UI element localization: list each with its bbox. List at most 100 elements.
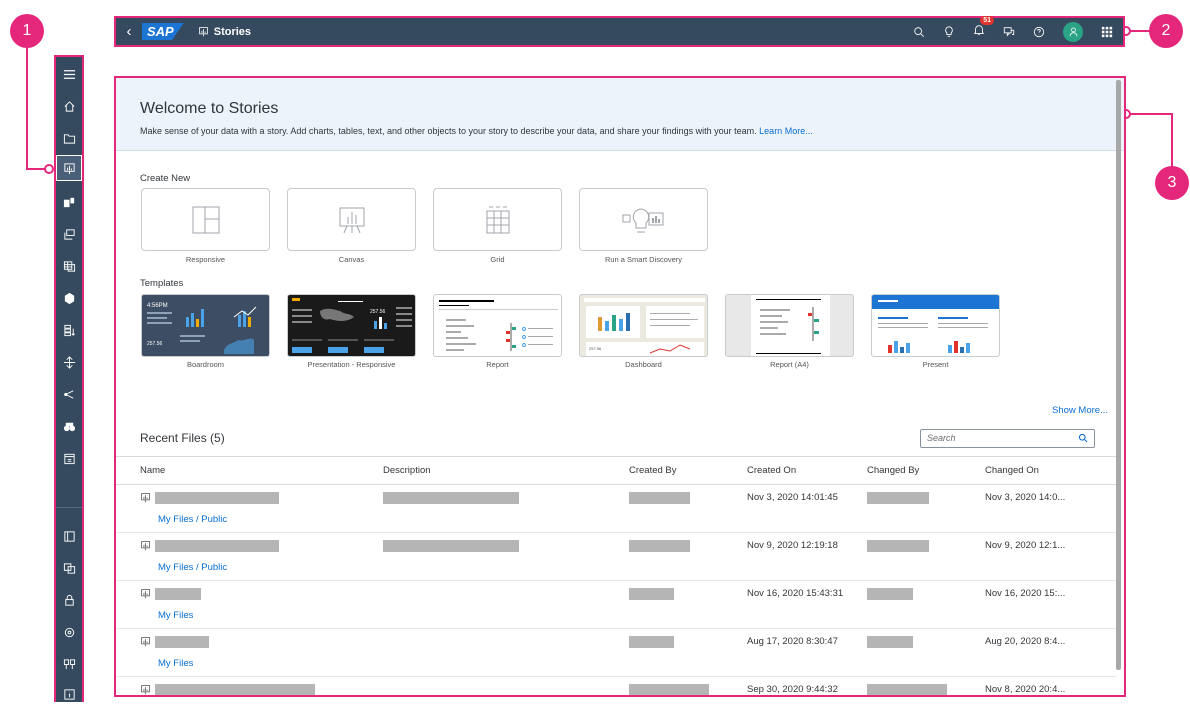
digital-boardroom-icon[interactable] (56, 221, 82, 247)
shell-actions: 51 (913, 15, 1123, 42)
welcome-title: Welcome to Stories (140, 100, 279, 117)
menu-icon[interactable] (56, 61, 82, 87)
template-dashboard[interactable]: 257.56 (579, 294, 708, 357)
report-thumbnail (439, 300, 558, 351)
template-report[interactable] (433, 294, 562, 357)
recent-files-title: Recent Files (5) (140, 431, 225, 445)
grid-label: Grid (490, 255, 505, 264)
stories-main-panel: Welcome to Stories Make sense of your da… (114, 76, 1126, 697)
translation-icon[interactable] (56, 555, 82, 581)
table-row[interactable]: My Files Nov 16, 2020 15:43:31 Nov 16, 2… (116, 581, 1116, 629)
file-path-link[interactable]: My Files / Public (140, 514, 359, 525)
created-on: Nov 3, 2020 14:01:45 (747, 492, 838, 503)
redacted-name (155, 684, 315, 695)
column-name[interactable]: Name (116, 465, 359, 476)
learn-more-link[interactable]: Learn More... (759, 126, 813, 136)
created-on: Nov 16, 2020 15:43:31 (747, 588, 844, 599)
search-icon[interactable] (913, 26, 925, 38)
user-avatar-icon[interactable] (1063, 21, 1083, 42)
template-report-a4[interactable] (725, 294, 854, 357)
callout-3-line-h (1130, 113, 1172, 115)
file-path-link[interactable]: My Files / Public (140, 562, 359, 573)
vertical-scrollbar[interactable] (1116, 80, 1121, 670)
catalog-icon[interactable] (56, 523, 82, 549)
app-grid-icon[interactable] (1101, 26, 1113, 38)
stories-icon[interactable] (56, 155, 82, 181)
back-icon[interactable]: ‹ (116, 23, 142, 40)
data-analyzer-icon[interactable] (56, 317, 82, 343)
explorer-icon[interactable] (56, 413, 82, 439)
system-icon[interactable] (56, 619, 82, 645)
grid-tile[interactable] (433, 188, 562, 251)
search-icon[interactable] (1078, 433, 1088, 443)
show-more-link[interactable]: Show More... (1052, 405, 1108, 416)
redacted-created-by (629, 492, 690, 504)
table-row[interactable]: Sep 30, 2020 9:44:32 Nov 8, 2020 20:4... (116, 677, 1116, 695)
recent-files-table: Name Description Created By Created On C… (116, 456, 1116, 695)
side-navigation (54, 55, 84, 702)
redacted-description (383, 492, 519, 504)
redacted-changed-by (867, 588, 913, 600)
responsive-tile[interactable] (141, 188, 270, 251)
changed-on: Aug 20, 2020 8:4... (985, 636, 1066, 647)
smart-discovery-icon (622, 207, 663, 232)
column-created-on[interactable]: Created On (740, 465, 860, 476)
changed-on: Nov 3, 2020 14:0... (985, 492, 1066, 503)
story-file-icon (141, 637, 150, 647)
help-icon[interactable] (1033, 26, 1045, 38)
dashboard-thumbnail: 257.56 (584, 298, 705, 356)
boardroom-thumb-value: 257.56 (147, 341, 163, 347)
changed-on: Nov 9, 2020 12:1... (985, 540, 1066, 551)
column-created-by[interactable]: Created By (622, 465, 740, 476)
stories-icon (198, 27, 208, 37)
smart-discovery-tile[interactable] (579, 188, 708, 251)
recent-files-search[interactable]: Search (920, 429, 1095, 448)
column-description[interactable]: Description (359, 465, 622, 476)
calendar-icon[interactable] (56, 445, 82, 471)
table-row[interactable]: My Files / Public Nov 3, 2020 14:01:45 N… (116, 485, 1116, 533)
datasets-icon[interactable] (56, 253, 82, 279)
template-present-label: Present (922, 360, 949, 369)
template-presentation-responsive[interactable]: 257.56 (287, 294, 416, 357)
table-row[interactable]: My Files Aug 17, 2020 8:30:47 Aug 20, 20… (116, 629, 1116, 677)
table-row[interactable]: My Files / Public Nov 9, 2020 12:19:18 N… (116, 533, 1116, 581)
file-path-link[interactable]: My Files (140, 610, 359, 621)
template-dashboard-label: Dashboard (625, 360, 662, 369)
redacted-changed-by (867, 492, 929, 504)
callout-1-dot (44, 164, 54, 174)
callout-3: 3 (1155, 166, 1189, 200)
search-placeholder: Search (927, 433, 956, 443)
smart-discovery-label: Run a Smart Discovery (604, 255, 683, 264)
connections-icon[interactable] (56, 349, 82, 375)
template-present[interactable] (871, 294, 1000, 357)
canvas-icon (339, 207, 364, 233)
modeler-icon[interactable] (56, 285, 82, 311)
file-path-link[interactable]: My Files (140, 658, 359, 669)
created-on: Sep 30, 2020 9:44:32 (747, 684, 838, 695)
files-icon[interactable] (56, 125, 82, 151)
analytic-app-icon[interactable] (56, 189, 82, 215)
security-icon[interactable] (56, 587, 82, 613)
changed-on: Nov 8, 2020 20:4... (985, 684, 1066, 695)
canvas-tile[interactable] (287, 188, 416, 251)
lightbulb-icon[interactable] (943, 25, 955, 38)
sap-logo[interactable]: SAP (142, 23, 184, 40)
redacted-created-by (629, 588, 674, 600)
boardroom-thumb-time: 4:56PM (147, 303, 168, 309)
column-changed-by[interactable]: Changed By (860, 465, 978, 476)
app-title-text: Stories (213, 25, 252, 38)
template-presentation-responsive-label: Presentation - Responsive (307, 360, 396, 369)
home-icon[interactable] (56, 93, 82, 119)
discussion-icon[interactable] (1003, 26, 1015, 38)
changed-on: Nov 16, 2020 15:... (985, 588, 1066, 599)
redacted-created-by (629, 636, 674, 648)
deployment-icon[interactable] (56, 651, 82, 677)
redacted-changed-by (867, 636, 913, 648)
info-icon[interactable] (56, 681, 82, 707)
created-on: Nov 9, 2020 12:19:18 (747, 540, 838, 551)
callout-2: 2 (1149, 14, 1183, 48)
template-boardroom[interactable]: 4:56PM 257.56 (141, 294, 270, 357)
notifications-button[interactable]: 51 (973, 15, 994, 41)
share-icon[interactable] (56, 381, 82, 407)
column-changed-on[interactable]: Changed On (978, 465, 1096, 476)
